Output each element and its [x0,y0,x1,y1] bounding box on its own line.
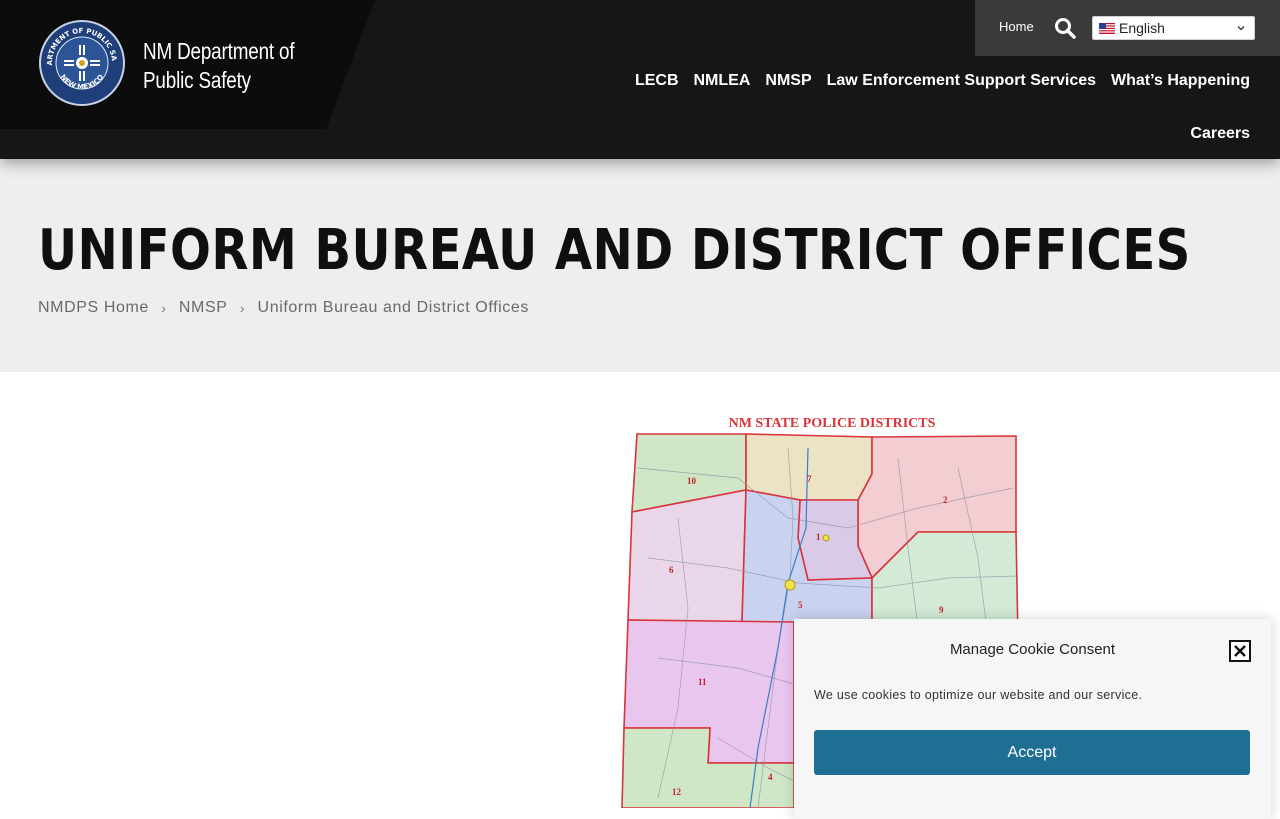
brand-line-2: Public Safety [143,67,251,93]
nav-nmlea[interactable]: NMLEA [694,72,751,90]
nav-lecb[interactable]: LECB [635,72,679,90]
nav-nmsp[interactable]: NMSP [765,72,811,90]
albuquerque-marker-icon [784,579,796,591]
dps-seal-logo[interactable]: DEPARTMENT OF PUBLIC SAFETY NEW MEXICO [38,19,126,107]
cookie-title: Manage Cookie Consent [949,641,1116,658]
brand-line-1: NM Department of [143,38,295,64]
main-nav: LECB NMLEA NMSP Law Enforcement Support … [635,72,1250,90]
district-label-12: 12 [672,787,682,797]
district-label-5: 5 [798,600,803,610]
nav-careers[interactable]: Careers [1190,125,1250,142]
breadcrumb-separator-icon: › [161,300,167,316]
district-label-4: 4 [768,772,773,782]
district-label-2: 2 [943,495,948,505]
cookie-accept-button[interactable]: Accept [814,730,1250,775]
language-label: English [1119,20,1165,36]
breadcrumb-current: Uniform Bureau and District Offices [257,299,530,316]
district-label-6: 6 [669,565,674,575]
breadcrumb: NMDPS Home › NMSP › Uniform Bureau and D… [38,299,529,317]
us-flag-icon [1099,23,1115,34]
district-label-10: 10 [687,476,697,486]
district-label-11: 11 [698,677,707,687]
breadcrumb-separator-icon: › [239,300,246,316]
utility-home-link[interactable]: Home [999,19,1034,34]
site-header: DEPARTMENT OF PUBLIC SAFETY NEW MEXICO N… [0,0,1280,159]
close-icon [1234,645,1246,657]
cookie-message: We use cookies to optimize our website a… [814,688,1143,702]
breadcrumb-nmdps-home[interactable]: NMDPS Home [38,299,149,317]
language-select[interactable]: English [1092,16,1255,40]
cookie-consent-banner: Manage Cookie Consent We use cookies to … [794,619,1271,819]
breadcrumb-nmsp[interactable]: NMSP [179,299,228,317]
chevron-down-icon [1237,26,1245,31]
page-hero: UNIFORM BUREAU AND DISTRICT OFFICES NMDP… [0,159,1280,372]
cookie-close-button[interactable] [1229,640,1251,662]
nav-law-enforcement-support-services[interactable]: Law Enforcement Support Services [827,72,1096,90]
district-label-7: 7 [807,474,812,484]
district-label-1: 1 [816,532,821,542]
nav-whats-happening[interactable]: What’s Happening [1111,72,1250,90]
santa-fe-marker-icon [822,534,830,542]
district-7-region [745,433,873,501]
brand-name[interactable]: NM Department of Public Safety [143,37,295,95]
map-title: NM STATE POLICE DISTRICTS [729,416,936,431]
utility-bar: Home English [975,0,1280,56]
main-nav-row-2: Careers [1190,123,1250,143]
search-icon[interactable] [1054,17,1076,39]
page-title: UNIFORM BUREAU AND DISTRICT OFFICES [38,218,1191,283]
district-label-9: 9 [939,605,944,615]
logo-block[interactable]: DEPARTMENT OF PUBLIC SAFETY NEW MEXICO N… [0,0,375,129]
district-6-region [627,489,747,623]
